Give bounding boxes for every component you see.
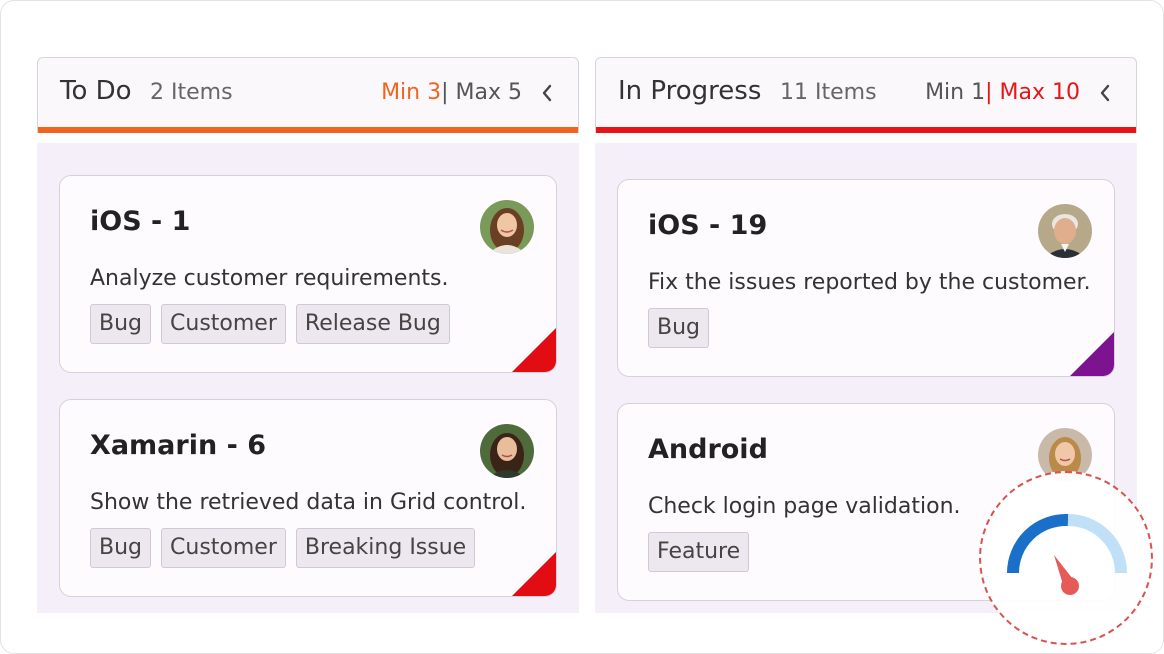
priority-indicator (512, 552, 556, 596)
column-title: In Progress (618, 76, 762, 106)
kanban-card[interactable]: iOS - 1 Analyze customer requirements. B… (59, 175, 557, 373)
column-limits: Min 3| Max 5 (381, 80, 522, 105)
priority-indicator (1070, 332, 1114, 376)
kanban-board: To Do 2 Items Min 3| Max 5 iOS - 1 Analy… (0, 0, 1164, 654)
kanban-card[interactable]: iOS - 19 Fix the issues reported by the … (617, 179, 1115, 377)
avatar (1038, 204, 1092, 258)
card-title: Android (648, 434, 768, 465)
chevron-left-icon[interactable] (536, 80, 558, 106)
limit-separator: | (441, 80, 449, 105)
tag[interactable]: Customer (161, 304, 286, 344)
card-title: Xamarin - 6 (90, 430, 266, 461)
max-limit: Max 10 (999, 80, 1080, 105)
tag[interactable]: Bug (648, 308, 710, 348)
column-item-count: 11 Items (780, 80, 877, 105)
chevron-left-icon[interactable] (1094, 80, 1116, 106)
speedometer-overlay (979, 471, 1153, 645)
column-accent-bar (38, 127, 578, 133)
tag[interactable]: Bug (90, 528, 152, 568)
avatar (480, 424, 534, 478)
card-title: iOS - 1 (90, 206, 191, 237)
card-description: Check login page validation. (648, 494, 961, 519)
limit-separator: | (985, 80, 993, 105)
column-header-todo[interactable]: To Do 2 Items Min 3| Max 5 (37, 57, 579, 133)
card-tags: Bug Customer Release Bug (90, 304, 450, 344)
card-title: iOS - 19 (648, 210, 768, 241)
column-header-in-progress[interactable]: In Progress 11 Items Min 1| Max 10 (595, 57, 1137, 133)
card-tags: Bug Customer Breaking Issue (90, 528, 476, 568)
min-limit: Min 1 (925, 80, 986, 105)
column-title: To Do (60, 76, 132, 106)
avatar (480, 200, 534, 254)
card-tags: Feature (648, 532, 750, 572)
column-limits: Min 1| Max 10 (925, 80, 1080, 105)
card-description: Show the retrieved data in Grid control. (90, 490, 527, 515)
column-accent-bar (596, 127, 1136, 133)
tag[interactable]: Release Bug (295, 304, 450, 344)
column-body: iOS - 1 Analyze customer requirements. B… (37, 143, 579, 613)
priority-indicator (512, 328, 556, 372)
card-tags: Bug (648, 308, 710, 348)
max-limit: Max 5 (455, 80, 522, 105)
tag[interactable]: Feature (648, 532, 750, 572)
tag[interactable]: Breaking Issue (295, 528, 476, 568)
column-item-count: 2 Items (150, 80, 233, 105)
column-todo: To Do 2 Items Min 3| Max 5 iOS - 1 Analy… (37, 57, 579, 613)
min-limit: Min 3 (381, 80, 442, 105)
card-description: Analyze customer requirements. (90, 266, 449, 291)
card-description: Fix the issues reported by the customer. (648, 270, 1091, 295)
kanban-card[interactable]: Xamarin - 6 Show the retrieved data in G… (59, 399, 557, 597)
tag[interactable]: Customer (161, 528, 286, 568)
speedometer-gauge-icon (1007, 513, 1127, 595)
tag[interactable]: Bug (90, 304, 152, 344)
